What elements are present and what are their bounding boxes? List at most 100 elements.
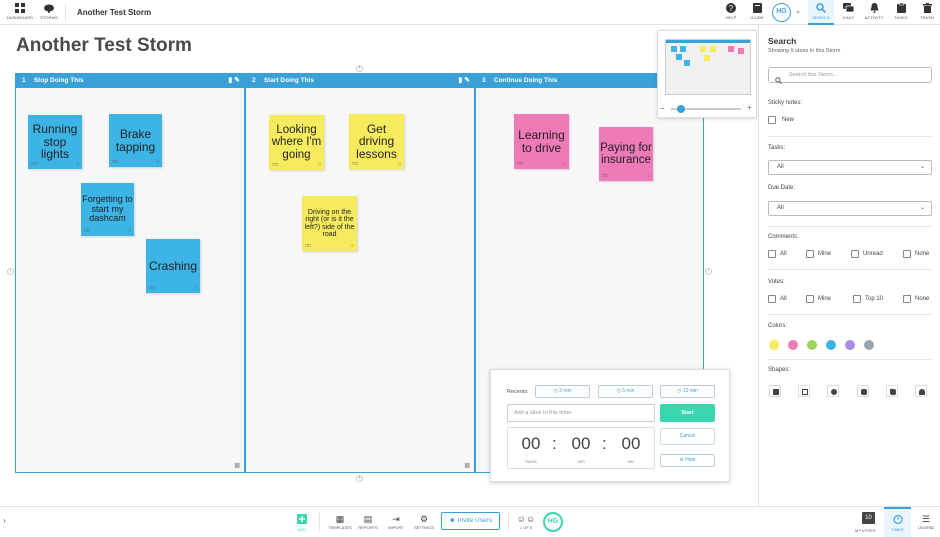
vote-icon[interactable]: ○ (318, 162, 321, 168)
color-purple-swatch[interactable] (845, 340, 855, 350)
text-shape-icon[interactable] (798, 385, 810, 397)
comments-mine-checkbox[interactable] (806, 250, 814, 258)
invite-users-button[interactable]: ☻ Invite Users (441, 512, 500, 530)
tasks-select[interactable]: All ⌄ (768, 160, 932, 175)
comment-icon[interactable]: □□ (305, 243, 311, 249)
comment-icon[interactable]: □□ (272, 162, 278, 168)
comments-all-checkbox[interactable] (768, 250, 776, 258)
circle-shape-icon[interactable] (827, 385, 839, 397)
add-row-top-handle[interactable]: + (356, 65, 363, 72)
color-pink-swatch[interactable] (788, 340, 798, 350)
start-button[interactable]: Start (660, 404, 715, 422)
timer-digits[interactable]: 00 : 00 : 00 hours min sec (507, 427, 655, 469)
vote-icon[interactable]: ○ (351, 243, 354, 249)
vote-icon[interactable]: ○ (76, 161, 79, 167)
templates-button[interactable]: ▦ TEMPLATES (326, 507, 354, 537)
min-value[interactable]: 00 (566, 434, 596, 454)
column-header[interactable]: 2 Start Doing This ▮ ✎ (246, 74, 474, 88)
zoom-in-icon[interactable]: + (747, 103, 752, 112)
reports-button[interactable]: ▤ REPORTS (356, 507, 380, 537)
add-button[interactable]: ADD (291, 507, 313, 537)
edit-icon[interactable]: ✎ (234, 77, 240, 84)
zoom-out-icon[interactable]: − (660, 104, 665, 113)
storms-button[interactable]: STORMS (38, 0, 60, 25)
votes-all-checkbox[interactable] (768, 295, 776, 303)
tab-shape-icon[interactable] (915, 385, 927, 397)
user-avatar[interactable]: HG (543, 512, 563, 532)
color-yellow-swatch[interactable] (769, 340, 779, 350)
vote-icon[interactable]: ○ (647, 173, 650, 179)
timer-button[interactable]: TIMER (884, 507, 911, 537)
comments-none-checkbox[interactable] (903, 250, 911, 258)
trash-button[interactable]: TRASH (917, 0, 937, 25)
sec-value[interactable]: 00 (616, 434, 646, 454)
edit-icon[interactable]: ✎ (464, 77, 470, 84)
note-shape-icon[interactable] (886, 385, 898, 397)
comment-icon[interactable]: □□ (84, 228, 90, 234)
comment-icon[interactable]: □□ (112, 159, 118, 165)
votes-top10-checkbox[interactable] (853, 295, 861, 303)
cancel-button[interactable]: Cancel (660, 428, 715, 445)
column-header[interactable]: 1 Stop Doing This ▮ ✎ (16, 74, 244, 88)
sticky-note[interactable]: Get driving lessons □□ ○ (349, 114, 404, 169)
color-gray-swatch[interactable] (864, 340, 874, 350)
search-input[interactable]: Search this Storm... (768, 67, 932, 85)
votes-none-checkbox[interactable] (903, 295, 911, 303)
comment-icon[interactable]: □□ (517, 161, 523, 167)
search-button[interactable]: SEARCH (808, 0, 834, 25)
vote-icon[interactable]: ○ (398, 161, 401, 167)
expand-arrow-icon[interactable]: › (3, 516, 6, 525)
template-icon[interactable]: ▮ (228, 77, 232, 84)
recent-timer-10min[interactable]: ◷ 10 min (660, 385, 715, 398)
expand-right-handle[interactable]: › (705, 268, 712, 275)
square-shape-icon[interactable] (769, 385, 781, 397)
legend-button[interactable]: ☰ LEGEND (914, 507, 938, 537)
help-button[interactable]: ? HELP (722, 0, 740, 25)
sticky-note[interactable]: Learning to drive □□ ○ (514, 114, 569, 169)
expand-left-handle[interactable]: ‹ (7, 268, 14, 275)
settings-button[interactable]: ⚙ SETTINGS (412, 507, 436, 537)
activity-button[interactable]: ACTIVITY (862, 0, 886, 25)
sticky-note[interactable]: Brake tapping □□ ○ (109, 114, 162, 167)
sticky-note[interactable]: Looking where I'm going □□ ○ (269, 115, 324, 170)
sticky-note[interactable]: Running stop lights □□ ○ (28, 115, 82, 169)
hours-value[interactable]: 00 (516, 434, 546, 454)
hide-button[interactable]: ⊘ Hide (660, 454, 715, 467)
comment-icon[interactable]: □□ (602, 173, 608, 179)
new-checkbox[interactable] (768, 116, 776, 124)
comment-icon[interactable]: □□ (31, 161, 37, 167)
color-green-swatch[interactable] (807, 340, 817, 350)
timer-label-input[interactable]: Add a label to this timer (507, 404, 655, 422)
add-row-bottom-handle[interactable]: + (356, 475, 363, 482)
sticky-note[interactable]: Forgetting to start my dashcam □□ ○ (81, 183, 134, 236)
column-card-icon[interactable]: ▩ (234, 462, 240, 469)
import-button[interactable]: ⇥ IMPORT (385, 507, 407, 537)
column-card-icon[interactable]: ▩ (464, 462, 470, 469)
vote-icon[interactable]: ○ (194, 285, 197, 291)
sticky-note[interactable]: Paying for insurance □□ ○ (599, 127, 653, 181)
sticky-note[interactable]: Driving on the right (or is it the left?… (302, 196, 357, 251)
vote-icon[interactable]: ○ (563, 161, 566, 167)
chat-button[interactable]: CHAT (838, 0, 858, 25)
comment-icon[interactable]: □□ (352, 161, 358, 167)
guide-button[interactable]: GUIDE (747, 0, 767, 25)
tasks-button[interactable]: TASKS (891, 0, 911, 25)
recent-timer-5min[interactable]: ◷ 5 min (598, 385, 653, 398)
octagon-shape-icon[interactable] (857, 385, 869, 397)
template-icon[interactable]: ▮ (458, 77, 462, 84)
recent-timer-2min[interactable]: ◷ 2 min (535, 385, 590, 398)
vote-icon[interactable]: ○ (156, 159, 159, 165)
chevron-down-icon[interactable]: ⌄ (795, 7, 801, 15)
comment-icon[interactable]: □□ (149, 285, 155, 291)
comments-unread-checkbox[interactable] (851, 250, 859, 258)
color-blue-swatch[interactable] (826, 340, 836, 350)
user-avatar[interactable]: HG (772, 3, 791, 22)
vote-icon[interactable]: ○ (128, 228, 131, 234)
sticky-note[interactable]: Crashing □□ ○ (146, 239, 200, 293)
users-button[interactable]: ☺☺ 1 OF 5 (515, 507, 537, 537)
dashboard-button[interactable]: DASHBOARD (6, 0, 34, 25)
votes-mine-checkbox[interactable] (806, 295, 814, 303)
zoom-slider-handle[interactable] (677, 105, 685, 113)
due-date-select[interactable]: All ⌄ (768, 201, 932, 216)
my-votes-count[interactable]: 10 (862, 512, 875, 524)
